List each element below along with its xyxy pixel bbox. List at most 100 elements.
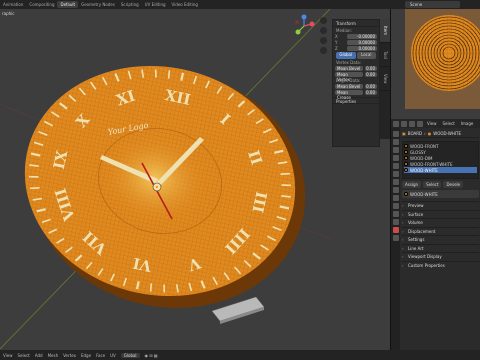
world-tab-icon[interactable]	[392, 171, 399, 177]
material-sections: › Preview › Surface › Volume › Displacement › Set…	[402, 201, 479, 269]
output-tab-icon[interactable]	[392, 147, 399, 153]
median-z-field[interactable]: 0.00000	[347, 45, 377, 51]
section-label: Surface	[408, 211, 424, 217]
section-volume[interactable]: › Volume	[402, 218, 479, 227]
median-y-field[interactable]: 0.00000	[347, 39, 377, 45]
menu-edge[interactable]: Edge	[81, 353, 91, 358]
chevron-right-icon: ›	[402, 262, 404, 268]
tab-scripting[interactable]: Scripting	[118, 1, 142, 8]
menu-view[interactable]: View	[3, 353, 13, 358]
section-label: Volume	[408, 220, 423, 226]
material-slot-name: WOOD-DIM	[410, 155, 433, 161]
material-slot-name: WOOD-FRONT-WHITE	[410, 161, 453, 167]
menu-add[interactable]: Add	[35, 353, 43, 358]
local-toggle[interactable]: Local	[356, 52, 376, 59]
image-editor-header: View Select Image	[391, 119, 480, 128]
assign-button[interactable]: Assign	[402, 181, 422, 188]
image-preview[interactable]	[391, 9, 480, 119]
particles-tab-icon[interactable]	[392, 195, 399, 201]
sidebar-tab-view[interactable]: View	[380, 67, 390, 91]
material-tab-icon[interactable]	[392, 227, 399, 233]
deselect-button[interactable]: Desele	[443, 181, 464, 188]
tab-geometry-nodes[interactable]: Geometry Nodes	[78, 1, 118, 8]
sidebar-tabs: Item Tool View	[380, 19, 390, 139]
material-slot[interactable]: WOOD-WHITE	[404, 167, 477, 173]
sidebar-tab-item[interactable]: Item	[380, 19, 390, 43]
menu-select[interactable]: Select	[441, 121, 457, 126]
sync-icon[interactable]	[401, 120, 407, 127]
object-tab-icon[interactable]	[392, 179, 399, 185]
sidebar-panel: Transform Median: X -0.00000 Y 0.00000 Z…	[332, 19, 380, 147]
snapping-icons[interactable]: ◉ ⊞ ▦	[145, 353, 158, 358]
edge-bevel-row: Mean Bevel 0.00	[333, 83, 379, 89]
section-displacement[interactable]: › Displacement	[402, 226, 479, 236]
mode-icon[interactable]	[409, 120, 415, 127]
menu-vertex[interactable]: Vertex	[63, 353, 76, 358]
section-label: Custom Properties	[408, 262, 445, 268]
properties-header[interactable]: Properties	[333, 97, 379, 104]
edge-bevel-field[interactable]: 0.00	[365, 83, 377, 89]
section-surface[interactable]: › Surface	[402, 209, 479, 219]
section-custom-properties[interactable]: › Custom Properties	[402, 260, 479, 270]
edge-crease-field[interactable]: 0.00	[365, 89, 377, 95]
tab-compositing[interactable]: Compositing	[26, 1, 57, 8]
texture-tab-icon[interactable]	[392, 235, 399, 241]
properties-tabs	[391, 128, 400, 350]
material-slot-name: GLOSSY	[410, 149, 426, 155]
menu-image[interactable]: Image	[459, 121, 476, 126]
menu-uv[interactable]: UV	[110, 353, 116, 358]
menu-mesh[interactable]: Mesh	[48, 353, 59, 358]
3d-viewport[interactable]: raphic XII I II III IIII V VI VII VIII IX X XI Your…	[0, 9, 390, 350]
transform-orientation[interactable]: Global	[120, 352, 140, 358]
sidebar-tab-tool[interactable]: Tool	[380, 43, 390, 67]
vertex-crease-field[interactable]: 0.00	[365, 71, 377, 77]
global-toggle[interactable]: Global	[336, 52, 356, 59]
menu-face[interactable]: Face	[96, 353, 105, 358]
vertex-bevel-field[interactable]: 0.00	[365, 65, 377, 71]
uv-select-icon[interactable]	[417, 120, 423, 127]
minute-tick	[167, 70, 171, 79]
view-layer-tab-icon[interactable]	[392, 155, 399, 161]
constraints-tab-icon[interactable]	[392, 211, 399, 217]
section-label: Viewport Display	[408, 254, 442, 260]
tab-uv-editing[interactable]: UV Editing	[142, 1, 169, 8]
breadcrumb-object: BOARD	[407, 131, 423, 136]
chevron-right-icon: ›	[402, 254, 404, 260]
tab-animation[interactable]: Animation	[0, 1, 26, 8]
data-tab-icon[interactable]	[392, 219, 399, 225]
material-datablock-field[interactable]: WOOD-WHITE	[402, 190, 479, 198]
tool-tab-icon[interactable]	[392, 131, 399, 137]
scene-selector[interactable]: Scene	[405, 1, 460, 8]
camera-icon[interactable]	[320, 37, 327, 44]
tab-default[interactable]: Default	[57, 1, 79, 8]
object-icon: ▣	[402, 131, 406, 136]
navigation-gizmo[interactable]	[292, 14, 316, 38]
menu-select[interactable]: Select	[18, 353, 30, 358]
modifier-tab-icon[interactable]	[392, 187, 399, 193]
section-label: Displacement	[408, 228, 436, 234]
transform-header[interactable]: Transform	[333, 20, 379, 27]
pan-icon[interactable]	[320, 27, 327, 34]
vertex-bevel-row: Mean Bevel 0.00	[333, 65, 379, 71]
section-label: Preview	[408, 203, 424, 209]
material-icon: ●	[427, 131, 432, 136]
menu-view[interactable]: View	[425, 121, 439, 126]
properties-body: ▣ BOARD › ● WOOD-WHITE WOOD-FRONT GLOSSY W…	[400, 128, 480, 350]
grid-toggle-icon[interactable]	[320, 47, 327, 54]
scene-tab-icon[interactable]	[392, 163, 399, 169]
section-line-art[interactable]: › Line Art	[402, 243, 479, 253]
tab-video-editing[interactable]: Video Editing	[169, 1, 201, 8]
vertex-bevel-label: Mean Bevel	[335, 65, 363, 71]
section-viewport-display[interactable]: › Viewport Display	[402, 252, 479, 261]
material-sphere-icon	[404, 192, 408, 196]
editor-type-icon[interactable]	[393, 120, 399, 127]
section-settings[interactable]: › Settings	[402, 235, 479, 244]
section-preview[interactable]: › Preview	[402, 201, 479, 210]
median-x-field[interactable]: -0.00000	[347, 33, 377, 39]
vertex-crease-label: Mean Vertex	[335, 71, 363, 82]
edge-crease-row: Mean Crease 0.00	[333, 89, 379, 100]
render-tab-icon[interactable]	[392, 139, 399, 145]
physics-tab-icon[interactable]	[392, 203, 399, 209]
zoom-icon[interactable]	[320, 17, 327, 24]
select-button[interactable]: Select	[423, 181, 442, 188]
